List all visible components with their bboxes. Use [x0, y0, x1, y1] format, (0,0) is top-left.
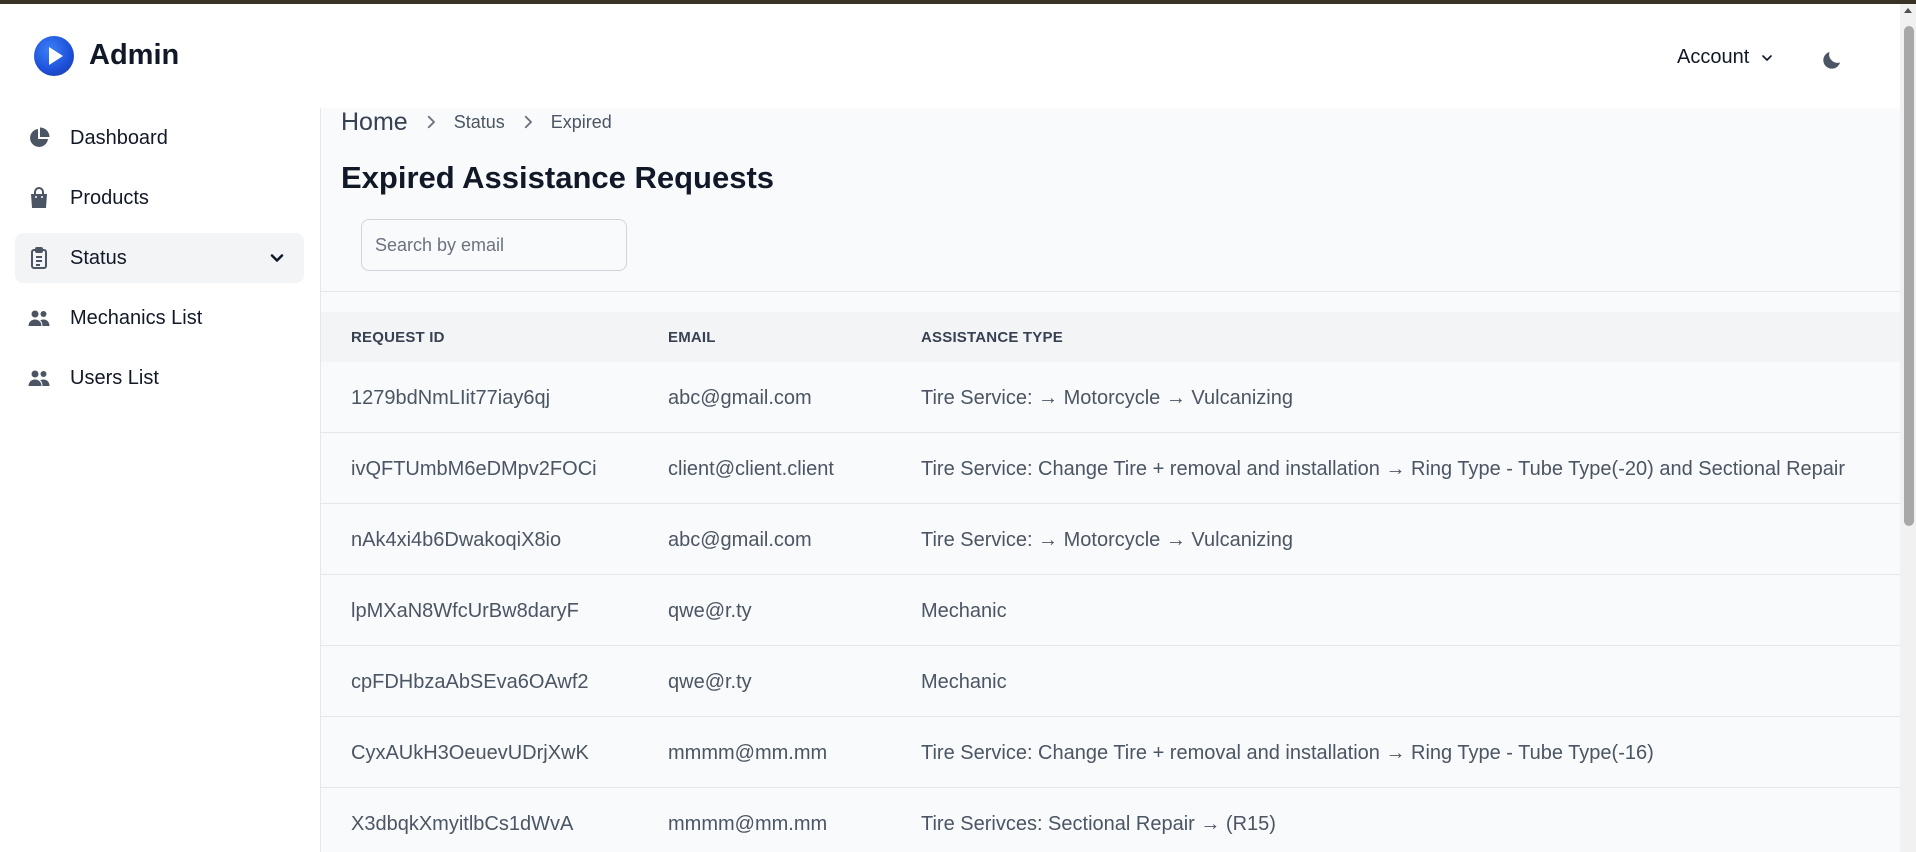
- breadcrumb-status[interactable]: Status: [454, 112, 505, 133]
- scrollbar-thumb[interactable]: [1904, 26, 1914, 526]
- cell-request-id: ivQFTUmbM6eDMpv2FOCi: [351, 458, 597, 480]
- cell-assistance-type: Tire Serivces: Sectional Repair → (R15): [921, 813, 1276, 835]
- account-menu-button[interactable]: Account: [1677, 46, 1775, 69]
- cell-request-id: 1279bdNmLIit77iay6qj: [351, 387, 551, 409]
- cell-email: abc@gmail.com: [668, 529, 812, 551]
- users-icon: [28, 310, 50, 326]
- cell-email: qwe@r.ty: [668, 671, 752, 693]
- breadcrumb-home[interactable]: Home: [341, 108, 408, 137]
- table-row[interactable]: nAk4xi4b6DwakoqiX8io abc@gmail.com Tire …: [321, 504, 1900, 575]
- table-row[interactable]: cpFDHbzaAbSEva6OAwf2 qwe@r.ty Mechanic: [321, 646, 1900, 717]
- sidebar: Dashboard Products Status Mechanics List…: [0, 108, 318, 852]
- table-row[interactable]: X3dbqkXmyitlbCs1dWvA mmmm@mm.mm Tire Ser…: [321, 788, 1900, 852]
- chevron-down-icon: [1762, 54, 1773, 61]
- cell-assistance-type: Tire Service: → Motorcycle → Vulcanizing: [921, 387, 1293, 409]
- cell-email: client@client.client: [668, 458, 834, 480]
- clipboard-icon: [31, 247, 47, 269]
- sidebar-item-mechanics-list[interactable]: Mechanics List: [15, 293, 304, 343]
- header: Admin Account: [0, 4, 1900, 108]
- column-header-email: Email: [668, 329, 716, 346]
- table-row[interactable]: 1279bdNmLIit77iay6qj abc@gmail.com Tire …: [321, 362, 1900, 433]
- table-row[interactable]: CyxAUkH3OeuevUDrjXwK mmmm@mm.mm Tire Ser…: [321, 717, 1900, 788]
- scroll-up-arrow-icon[interactable]: [1904, 8, 1912, 13]
- cell-assistance-type: Tire Service: Change Tire + removal and …: [921, 742, 1654, 764]
- column-header-request-id: Request ID: [351, 329, 445, 346]
- brand-title[interactable]: Admin: [89, 39, 179, 72]
- pie-chart-icon: [30, 127, 50, 147]
- table-row[interactable]: lpMXaN8WfcUrBw8daryF qwe@r.ty Mechanic: [321, 575, 1900, 646]
- cell-assistance-type: Tire Service: Change Tire + removal and …: [921, 458, 1845, 480]
- main-content: Home Status Expired Expired Assistance R…: [320, 108, 1900, 852]
- shopping-bag-icon: [31, 187, 47, 208]
- breadcrumb: Home Status Expired: [341, 108, 612, 136]
- requests-table: Request ID Email Assistance Type 1279bdN…: [321, 312, 1900, 852]
- cell-assistance-type: Tire Service: → Motorcycle → Vulcanizing: [921, 529, 1293, 551]
- logo-icon[interactable]: [34, 36, 74, 76]
- sidebar-item-products[interactable]: Products: [15, 173, 304, 223]
- sidebar-item-users-list[interactable]: Users List: [15, 353, 304, 403]
- cell-assistance-type: Mechanic: [921, 671, 1007, 693]
- chevron-right-icon: [427, 115, 435, 129]
- column-header-assistance-type: Assistance Type: [921, 329, 1063, 346]
- cell-email: mmmm@mm.mm: [668, 813, 828, 835]
- sidebar-item-dashboard[interactable]: Dashboard: [15, 113, 304, 163]
- sidebar-item-label: Products: [70, 186, 149, 209]
- sidebar-item-label: Mechanics List: [70, 306, 203, 329]
- sidebar-item-label: Status: [70, 246, 127, 269]
- sidebar-item-label: Users List: [70, 366, 159, 389]
- cell-email: mmmm@mm.mm: [668, 742, 828, 764]
- users-icon: [28, 370, 50, 386]
- sidebar-item-status[interactable]: Status: [15, 233, 304, 283]
- table-header: Request ID Email Assistance Type: [321, 312, 1900, 362]
- divider: [321, 291, 1900, 292]
- cell-assistance-type: Mechanic: [921, 600, 1007, 622]
- page-title: Expired Assistance Requests: [341, 160, 775, 195]
- table-row[interactable]: ivQFTUmbM6eDMpv2FOCi client@client.clien…: [321, 433, 1900, 504]
- chevron-right-icon: [524, 115, 532, 129]
- chevron-down-icon[interactable]: [267, 248, 287, 268]
- sidebar-item-label: Dashboard: [70, 126, 168, 149]
- cell-request-id: cpFDHbzaAbSEva6OAwf2: [351, 671, 589, 693]
- cell-request-id: X3dbqkXmyitlbCs1dWvA: [351, 813, 574, 835]
- account-label: Account: [1677, 46, 1750, 68]
- cell-request-id: CyxAUkH3OeuevUDrjXwK: [351, 742, 589, 764]
- cell-request-id: nAk4xi4b6DwakoqiX8io: [351, 529, 562, 551]
- cell-email: qwe@r.ty: [668, 600, 752, 622]
- moon-icon[interactable]: [1820, 48, 1844, 72]
- breadcrumb-current: Expired: [550, 111, 612, 132]
- cell-request-id: lpMXaN8WfcUrBw8daryF: [351, 600, 579, 622]
- cell-email: abc@gmail.com: [668, 387, 812, 409]
- search-input[interactable]: [361, 219, 627, 271]
